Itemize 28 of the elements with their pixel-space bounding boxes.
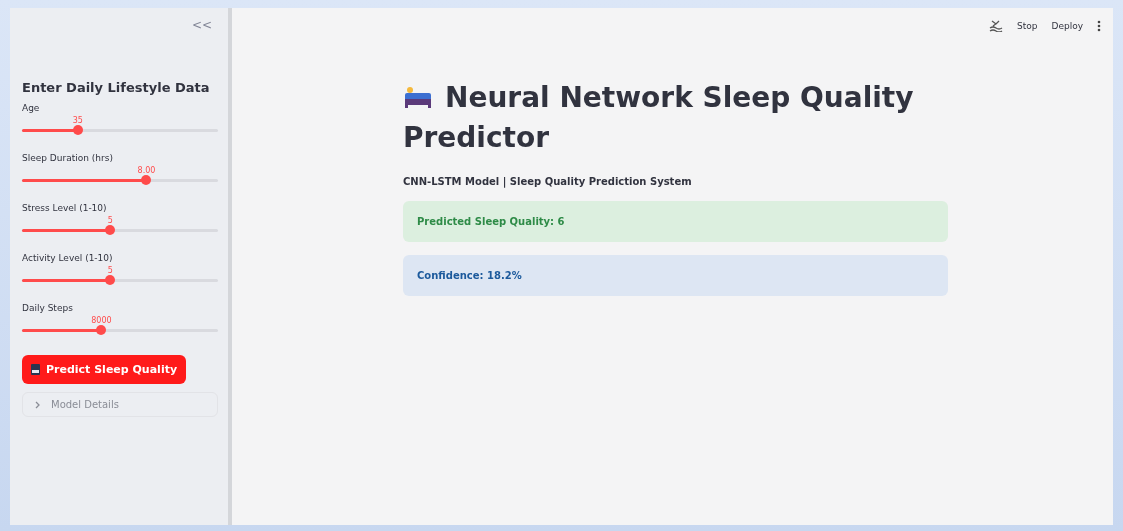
expander-label: Model Details bbox=[51, 399, 119, 410]
chevron-icon bbox=[35, 400, 41, 409]
slider-thumb[interactable] bbox=[96, 325, 107, 335]
slider-label: Age bbox=[22, 103, 41, 113]
slider-value: 8.00 bbox=[137, 166, 156, 175]
more-menu-icon[interactable] bbox=[1097, 20, 1101, 32]
slider-thumb[interactable] bbox=[72, 125, 83, 135]
slider-thumb[interactable] bbox=[105, 275, 116, 285]
slider-label: Stress Level (1-10) bbox=[22, 203, 108, 213]
slider-label: Daily Steps bbox=[22, 303, 74, 313]
toolbar-button[interactable]: Stop bbox=[1017, 21, 1038, 31]
predict-button[interactable]: Predict Sleep Quality bbox=[22, 355, 187, 384]
success-alert: Predicted Sleep Quality: 6 bbox=[403, 201, 948, 242]
collapse-sidebar-button[interactable]: << bbox=[191, 18, 212, 32]
info-alert: Confidence: 18.2% bbox=[403, 255, 948, 296]
model-details-expander[interactable]: Model Details bbox=[22, 392, 218, 417]
slider-thumb[interactable] bbox=[105, 225, 116, 235]
subtitle: CNN-LSTM Model | Sleep Quality Prediction System bbox=[403, 176, 693, 187]
slider-label: Sleep Duration (hrs) bbox=[22, 153, 114, 163]
slider-value: 35 bbox=[72, 116, 83, 125]
page-title: Neural Network Sleep Quality Predictor bbox=[403, 80, 915, 156]
sidebar-heading: Enter Daily Lifestyle Data bbox=[22, 80, 211, 95]
slider-value: 8000 bbox=[91, 316, 112, 325]
slider-value: 5 bbox=[107, 266, 113, 275]
toolbar-button[interactable]: Deploy bbox=[1051, 21, 1083, 31]
slider-thumb[interactable] bbox=[141, 175, 152, 185]
slider-label: Activity Level (1-10) bbox=[22, 253, 114, 263]
slider-value: 5 bbox=[107, 216, 113, 225]
